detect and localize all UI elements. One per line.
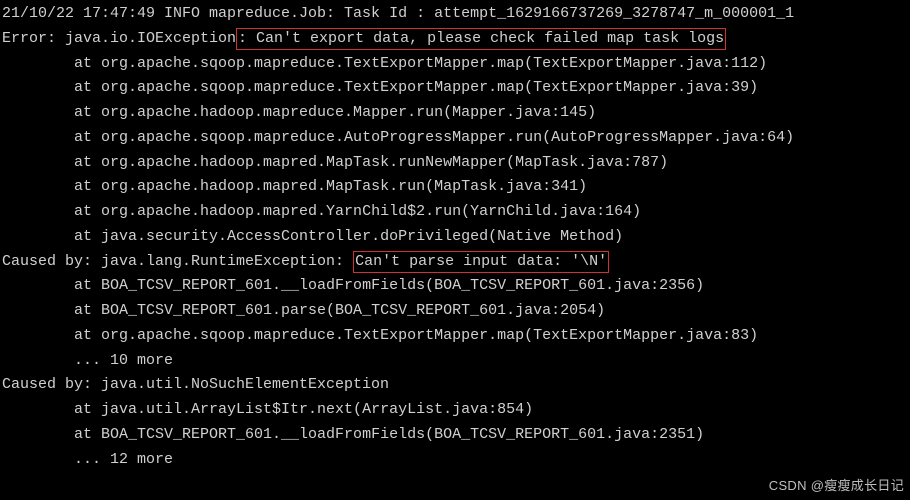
log-line: at org.apache.sqoop.mapreduce.TextExport… (2, 76, 910, 101)
log-line: Caused by: java.util.NoSuchElementExcept… (2, 373, 910, 398)
log-line: ... 10 more (2, 349, 910, 374)
log-line: at BOA_TCSV_REPORT_601.__loadFromFields(… (2, 274, 910, 299)
log-text: at org.apache.hadoop.mapred.YarnChild$2.… (74, 203, 641, 220)
log-text: at java.util.ArrayList$Itr.next(ArrayLis… (74, 401, 533, 418)
log-line: at org.apache.sqoop.mapreduce.AutoProgre… (2, 126, 910, 151)
log-text: at org.apache.sqoop.mapreduce.AutoProgre… (74, 129, 794, 146)
log-text: Caused by: java.util.NoSuchElementExcept… (2, 376, 389, 393)
log-line: at org.apache.sqoop.mapreduce.TextExport… (2, 324, 910, 349)
highlight-box: : Can't export data, please check failed… (236, 28, 726, 50)
log-text: at BOA_TCSV_REPORT_601.__loadFromFields(… (74, 426, 704, 443)
log-text: at java.security.AccessController.doPriv… (74, 228, 623, 245)
log-text: at org.apache.sqoop.mapreduce.TextExport… (74, 55, 767, 72)
log-text: at org.apache.sqoop.mapreduce.TextExport… (74, 327, 758, 344)
log-line: at BOA_TCSV_REPORT_601.__loadFromFields(… (2, 423, 910, 448)
log-line: at org.apache.hadoop.mapreduce.Mapper.ru… (2, 101, 910, 126)
log-text: at BOA_TCSV_REPORT_601.__loadFromFields(… (74, 277, 704, 294)
log-text: at org.apache.hadoop.mapreduce.Mapper.ru… (74, 104, 596, 121)
log-text: Error: java.io.IOException (2, 30, 236, 47)
log-text: 21/10/22 17:47:49 INFO mapreduce.Job: Ta… (2, 5, 794, 22)
log-line: Error: java.io.IOException: Can't export… (2, 27, 910, 52)
log-line: 21/10/22 17:47:49 INFO mapreduce.Job: Ta… (2, 2, 910, 27)
log-text: at org.apache.sqoop.mapreduce.TextExport… (74, 79, 758, 96)
log-line: at java.security.AccessController.doPriv… (2, 225, 910, 250)
log-text: at BOA_TCSV_REPORT_601.parse(BOA_TCSV_RE… (74, 302, 605, 319)
log-text: ... 10 more (74, 352, 173, 369)
log-line: at BOA_TCSV_REPORT_601.parse(BOA_TCSV_RE… (2, 299, 910, 324)
log-line: at org.apache.hadoop.mapred.MapTask.runN… (2, 151, 910, 176)
log-text: at org.apache.hadoop.mapred.MapTask.runN… (74, 154, 668, 171)
log-text: at org.apache.hadoop.mapred.MapTask.run(… (74, 178, 587, 195)
log-line: at org.apache.sqoop.mapreduce.TextExport… (2, 52, 910, 77)
terminal-output: 21/10/22 17:47:49 INFO mapreduce.Job: Ta… (2, 2, 910, 472)
log-line: at org.apache.hadoop.mapred.MapTask.run(… (2, 175, 910, 200)
log-line: at java.util.ArrayList$Itr.next(ArrayLis… (2, 398, 910, 423)
watermark: CSDN @瘦瘦成长日记 (769, 475, 904, 496)
log-line: at org.apache.hadoop.mapred.YarnChild$2.… (2, 200, 910, 225)
log-line: ... 12 more (2, 448, 910, 473)
log-text: ... 12 more (74, 451, 173, 468)
log-line: Caused by: java.lang.RuntimeException: C… (2, 250, 910, 275)
highlight-box: Can't parse input data: '\N' (353, 251, 609, 273)
log-text: Caused by: java.lang.RuntimeException: (2, 253, 353, 270)
